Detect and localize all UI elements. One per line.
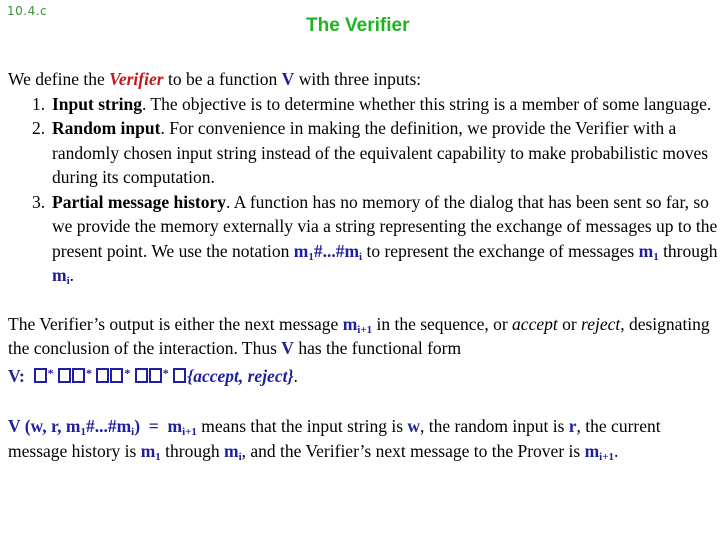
verifier-symbol: V xyxy=(281,69,295,89)
missing-glyph-icon xyxy=(57,367,71,383)
paragraph-text: means that the input string is xyxy=(196,416,408,436)
notation-m1: m1 xyxy=(140,440,161,463)
missing-glyph-icon xyxy=(173,367,187,383)
intro-text: We define the xyxy=(8,69,110,89)
formula-lhs: V: xyxy=(8,365,25,386)
item-text: through xyxy=(658,240,718,261)
item-name: Partial message history xyxy=(52,191,226,212)
notation-next-message: mi+1 xyxy=(584,440,614,463)
kleene-star: * xyxy=(85,365,92,380)
output-paragraph: The Verifier’s output is either the next… xyxy=(8,312,718,361)
item-text: . The objective is to determine whether … xyxy=(141,93,712,114)
paragraph-text: in the sequence, or xyxy=(372,313,513,334)
item-number: 2. xyxy=(32,118,46,138)
functional-form: V: * * * * {accept, reject}. xyxy=(8,361,718,389)
missing-glyph-icon xyxy=(96,367,110,383)
intro-paragraph: We define the Verifier to be a function … xyxy=(8,67,718,92)
formula: V (w, r, m1#...#mi) = mi+1 xyxy=(8,416,197,438)
missing-glyph-icon xyxy=(71,367,85,383)
item-number: 1. xyxy=(32,93,46,114)
paragraph-text: The Verifier’s output is either the next… xyxy=(8,313,343,334)
formula-result: {accept, reject} xyxy=(187,365,294,386)
paragraph-text: or xyxy=(557,313,582,334)
item-name: Random input xyxy=(52,118,161,138)
slide-number: 10.4.c xyxy=(7,4,48,18)
slide-content: We define the Verifier to be a function … xyxy=(8,67,718,463)
missing-glyph-icon xyxy=(33,367,47,383)
symbol-r: r xyxy=(568,416,577,436)
item-number: 3. xyxy=(32,191,46,212)
list-item: 1. Input string. The objective is to dete… xyxy=(32,92,718,117)
intro-text: with three inputs: xyxy=(294,69,422,89)
list-item: 2. Random input. For convenience in makin… xyxy=(32,116,718,190)
punctuation: . xyxy=(293,365,298,386)
slide-title: The Verifier xyxy=(306,15,410,36)
notation-mi: mi xyxy=(52,265,70,287)
intro-text: to be a function xyxy=(163,69,282,89)
meaning-paragraph: V (w, r, m1#...#mi) = mi+1 means that th… xyxy=(8,414,718,463)
punctuation: . xyxy=(69,265,75,285)
notation-next-message: mi+1 xyxy=(342,313,373,336)
item-text: to represent the exchange of messages xyxy=(362,240,639,261)
paragraph-text: through xyxy=(160,440,224,461)
accept-term: accept xyxy=(512,313,558,334)
item-name: Input string xyxy=(52,93,142,114)
list-item: 3. Partial message history. A function ha… xyxy=(32,190,718,288)
kleene-star: * xyxy=(124,365,131,380)
missing-glyph-icon xyxy=(110,367,124,383)
paragraph-text: has the functional form xyxy=(293,338,462,358)
inputs-list: 1. Input string. The objective is to dete… xyxy=(8,92,718,288)
paragraph-text: , and the Verifier’s next message to the… xyxy=(241,440,585,461)
notation-m1: m1 xyxy=(638,240,659,263)
verifier-term: Verifier xyxy=(109,69,164,89)
kleene-star: * xyxy=(162,365,169,380)
notation-history: m1#...#mi xyxy=(293,240,363,263)
verifier-symbol: V xyxy=(281,338,294,358)
kleene-star: * xyxy=(47,365,54,380)
punctuation: . xyxy=(613,440,619,461)
notation-mi: mi xyxy=(223,440,242,463)
missing-glyph-icon xyxy=(134,367,148,383)
paragraph-text: , the random input is xyxy=(420,416,569,436)
reject-term: reject xyxy=(581,313,621,334)
symbol-w: w xyxy=(407,416,421,436)
missing-glyph-icon xyxy=(148,367,162,383)
